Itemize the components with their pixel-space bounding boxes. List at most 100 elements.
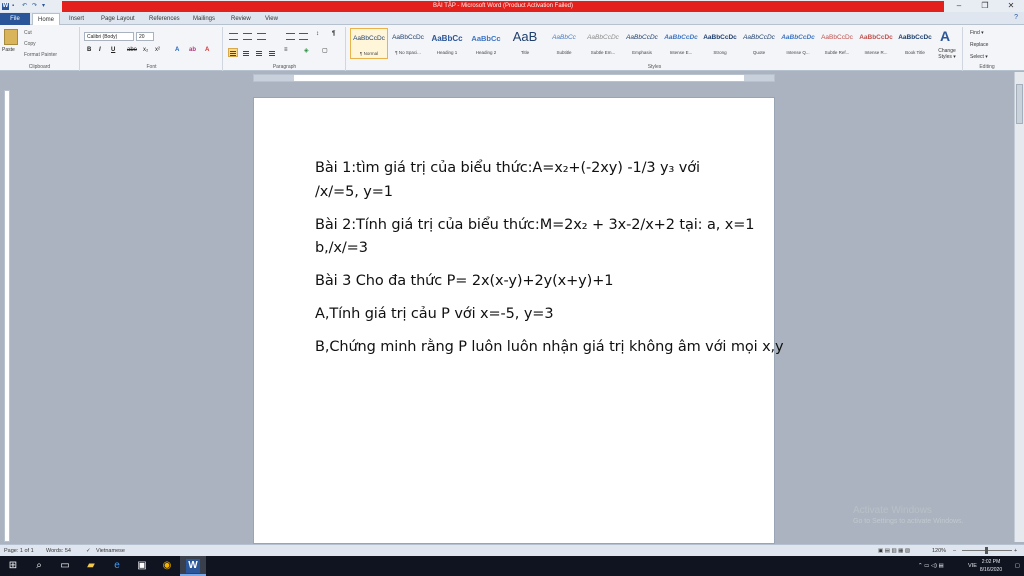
highlight-icon[interactable]: ab [189, 47, 196, 53]
windows-start-icon[interactable]: ⊞ [6, 559, 20, 573]
superscript-button[interactable]: x² [155, 47, 160, 53]
style-book-title[interactable]: AaBbCcDc Book Title [896, 28, 934, 59]
horizontal-ruler[interactable] [253, 74, 775, 82]
tab-view[interactable]: View [260, 13, 283, 25]
tab-references[interactable]: References [144, 13, 185, 25]
decrease-indent-icon[interactable] [286, 33, 295, 40]
strikethrough-button[interactable]: abe [127, 47, 137, 53]
word-logo-icon[interactable]: W [2, 2, 9, 10]
style-sample: AaBbCcDc [859, 34, 893, 41]
styles-gallery: AaBbCcDc ¶ Normal AaBbCcDc ¶ No Spaci...… [348, 28, 932, 63]
change-styles-button[interactable]: A Change Styles ▾ [934, 28, 960, 63]
style-sample: AaBbCcDc [743, 34, 775, 41]
line-spacing-icon[interactable]: ≡ [284, 47, 288, 53]
bullets-icon[interactable] [229, 33, 238, 40]
tab-review[interactable]: Review [226, 13, 256, 25]
style-name: Quote [752, 50, 766, 55]
edge-icon[interactable]: e [110, 559, 124, 573]
style-sample: AaBbCc [431, 34, 463, 43]
paste-icon[interactable] [4, 29, 18, 45]
find-button[interactable]: Find ▾ [970, 30, 984, 36]
tab-page-layout[interactable]: Page Layout [96, 13, 140, 25]
undo-icon[interactable]: ↶ [22, 3, 29, 10]
tray-icons[interactable]: ⌃ ▭ ◁) ▤ [918, 556, 944, 576]
font-color-icon[interactable]: A [205, 47, 209, 53]
save-icon[interactable]: ▪ [12, 3, 19, 10]
bold-button[interactable]: B [87, 47, 91, 53]
window-controls: – ❐ ✕ [946, 0, 1024, 12]
font-family-select[interactable]: Calibri (Body) [84, 32, 134, 41]
style-intense-emphasis[interactable]: AaBbCcDc Intense E... [662, 28, 700, 59]
scrollbar-thumb[interactable] [1016, 84, 1023, 124]
style-intense-quote[interactable]: AaBbCcDc Intense Q... [779, 28, 817, 59]
style-emphasis[interactable]: AaBbCcDc Emphasis [623, 28, 661, 59]
underline-button[interactable]: U [111, 47, 115, 53]
justify-button[interactable] [267, 48, 277, 57]
redo-icon[interactable]: ↷ [32, 3, 39, 10]
style-sample: AaBbCcDc [664, 34, 698, 41]
font-size-select[interactable]: 20 [136, 32, 154, 41]
group-clipboard: Paste Cut Copy Format Painter Clipboard [0, 27, 80, 71]
status-bar: Page: 1 of 1 Words: 54 ✓ Vietnamese ▣ ▤ … [0, 544, 1024, 556]
style-name: Emphasis [632, 50, 652, 55]
vertical-scrollbar[interactable] [1014, 72, 1024, 542]
sort-icon[interactable]: ↕ [316, 31, 319, 37]
style-subtitle[interactable]: AaBbCc Subtitle [545, 28, 583, 59]
style-heading-1[interactable]: AaBbCc Heading 1 [428, 28, 466, 59]
select-button[interactable]: Select ▾ [970, 54, 988, 60]
taskbar-clock[interactable]: 2:02 PM 8/16/2020 [976, 558, 1006, 574]
style-sample: AaBbCcDc [587, 34, 619, 41]
style-sample: AaBbCcDc [392, 34, 424, 41]
help-icon[interactable]: ? [1014, 14, 1018, 21]
tab-mailings[interactable]: Mailings [188, 13, 220, 25]
minimize-button[interactable]: – [946, 0, 972, 12]
style-name: ¶ Normal [359, 51, 379, 56]
style-heading-2[interactable]: AaBbCc Heading 2 [467, 28, 505, 59]
zoom-slider-knob[interactable] [985, 547, 988, 554]
notifications-icon[interactable]: ▢ [1015, 556, 1020, 576]
vertical-ruler[interactable] [4, 90, 10, 542]
style-title[interactable]: AaB Title [506, 28, 544, 59]
tab-insert[interactable]: Insert [64, 13, 89, 25]
style-sample: AaBbCcDc [703, 34, 737, 41]
borders-icon[interactable]: ▢ [322, 47, 328, 54]
restore-button[interactable]: ❐ [972, 0, 998, 12]
style-strong[interactable]: AaBbCcDc Strong [701, 28, 739, 59]
style-subtle-reference[interactable]: AaBbCcDc Subtle Ref... [818, 28, 856, 59]
file-explorer-icon[interactable]: ▰ [84, 559, 98, 573]
multilevel-list-icon[interactable] [257, 33, 266, 40]
style-normal[interactable]: AaBbCcDc ¶ Normal [350, 28, 388, 59]
align-left-button[interactable] [228, 48, 238, 57]
style-quote[interactable]: AaBbCcDc Quote [740, 28, 778, 59]
close-button[interactable]: ✕ [998, 0, 1024, 12]
numbering-icon[interactable] [243, 33, 252, 40]
cut-button[interactable]: Cut [24, 30, 32, 36]
show-formatting-icon[interactable]: ¶ [332, 31, 335, 37]
style-subtle-emphasis[interactable]: AaBbCcDc Subtle Em... [584, 28, 622, 59]
change-styles-label: Change Styles ▾ [938, 48, 956, 60]
task-view-icon[interactable]: ▭ [58, 559, 72, 573]
copy-button[interactable]: Copy [24, 41, 36, 47]
chrome-icon[interactable]: ◉ [160, 559, 174, 573]
document-line: Bài 3 Cho đa thức P= 2x(x-y)+2y(x+y)+1 [315, 273, 614, 289]
document-line: /x/=5, y=1 [315, 184, 393, 200]
document-page[interactable]: Bài 1:tìm giá trị của biểu thức:A=x₂+(-2… [253, 97, 784, 544]
style-no-spacing[interactable]: AaBbCcDc ¶ No Spaci... [389, 28, 427, 59]
style-intense-reference[interactable]: AaBbCcDc Intense R... [857, 28, 895, 59]
customize-qat-icon[interactable]: ▾ [42, 3, 49, 10]
format-painter-button[interactable]: Format Painter [24, 52, 57, 58]
text-effects-icon[interactable]: A [175, 47, 179, 53]
align-center-button[interactable] [241, 48, 251, 57]
subscript-button[interactable]: x₂ [143, 47, 148, 53]
ruler-right-margin [744, 75, 774, 81]
replace-button[interactable]: Replace [970, 42, 988, 48]
style-name: Title [520, 50, 530, 55]
increase-indent-icon[interactable] [299, 33, 308, 40]
italic-button[interactable]: I [99, 47, 101, 53]
search-icon[interactable]: ⌕ [32, 559, 46, 573]
shading-icon[interactable]: ◈ [304, 47, 309, 54]
store-icon[interactable]: ▣ [135, 559, 149, 573]
paste-button[interactable]: Paste [2, 47, 15, 53]
align-right-button[interactable] [254, 48, 264, 57]
tab-file[interactable]: File [0, 13, 30, 25]
